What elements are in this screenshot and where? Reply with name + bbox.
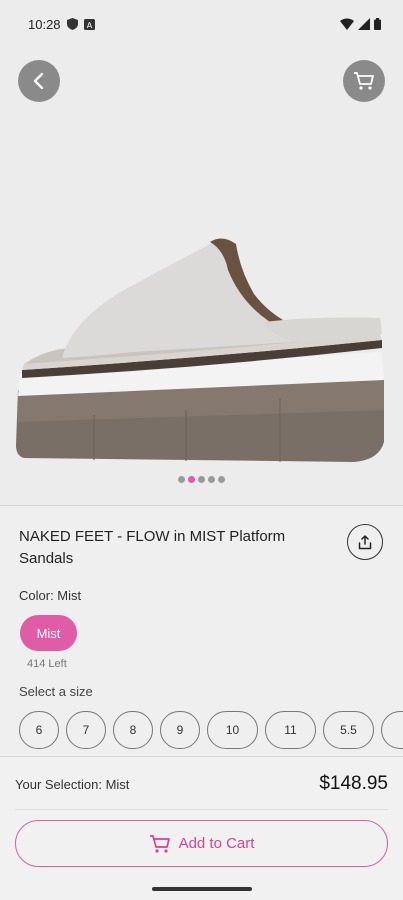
size-option[interactable]: 7 [66, 711, 106, 749]
purchase-footer: Your Selection: Mist $148.95 Add to Cart [0, 756, 403, 900]
product-details: NAKED FEET - FLOW in MIST Platform Sanda… [0, 506, 403, 756]
size-label: Select a size [19, 684, 93, 699]
color-label: Color: Mist [19, 588, 82, 603]
share-button[interactable] [347, 524, 383, 560]
wifi-icon [340, 18, 354, 30]
cart-icon [354, 72, 374, 90]
product-title: NAKED FEET - FLOW in MIST Platform Sanda… [19, 528, 286, 567]
size-options: 6 7 8 9 10 11 5.5 [19, 711, 403, 749]
size-option-partial[interactable] [381, 711, 403, 749]
size-option[interactable]: 8 [113, 711, 153, 749]
shield-icon [66, 18, 78, 30]
divider [15, 809, 388, 810]
battery-icon [374, 18, 381, 30]
size-option[interactable]: 5.5 [323, 711, 374, 749]
carousel-dot[interactable] [218, 476, 225, 483]
size-option[interactable]: 11 [265, 711, 316, 749]
cart-button[interactable] [343, 60, 385, 102]
price: $148.95 [319, 773, 388, 794]
back-arrow-icon [33, 73, 44, 89]
selection-summary: Your Selection: Mist [15, 777, 130, 792]
svg-text:A: A [86, 21, 92, 30]
status-time: 10:28 [28, 16, 61, 32]
size-option[interactable]: 9 [160, 711, 200, 749]
product-image [16, 238, 384, 462]
a-icon: A [83, 18, 95, 30]
add-to-cart-label: Add to Cart [178, 835, 255, 852]
carousel-dot[interactable] [198, 476, 205, 483]
carousel-dot[interactable] [208, 476, 215, 483]
home-indicator[interactable] [152, 887, 252, 891]
signal-icon [358, 18, 370, 30]
stock-count: 414 Left [27, 658, 67, 670]
color-option-mist[interactable]: Mist [20, 615, 77, 651]
carousel-dot[interactable] [188, 476, 195, 483]
cart-icon [149, 834, 170, 853]
carousel-dot[interactable] [178, 476, 185, 483]
carousel-indicator [0, 476, 403, 483]
add-to-cart-button[interactable]: Add to Cart [15, 820, 388, 867]
share-icon [358, 534, 372, 549]
status-bar: 10:28 A [0, 0, 403, 48]
size-option[interactable]: 6 [19, 711, 59, 749]
back-button[interactable] [18, 60, 60, 102]
size-option[interactable]: 10 [207, 711, 258, 749]
